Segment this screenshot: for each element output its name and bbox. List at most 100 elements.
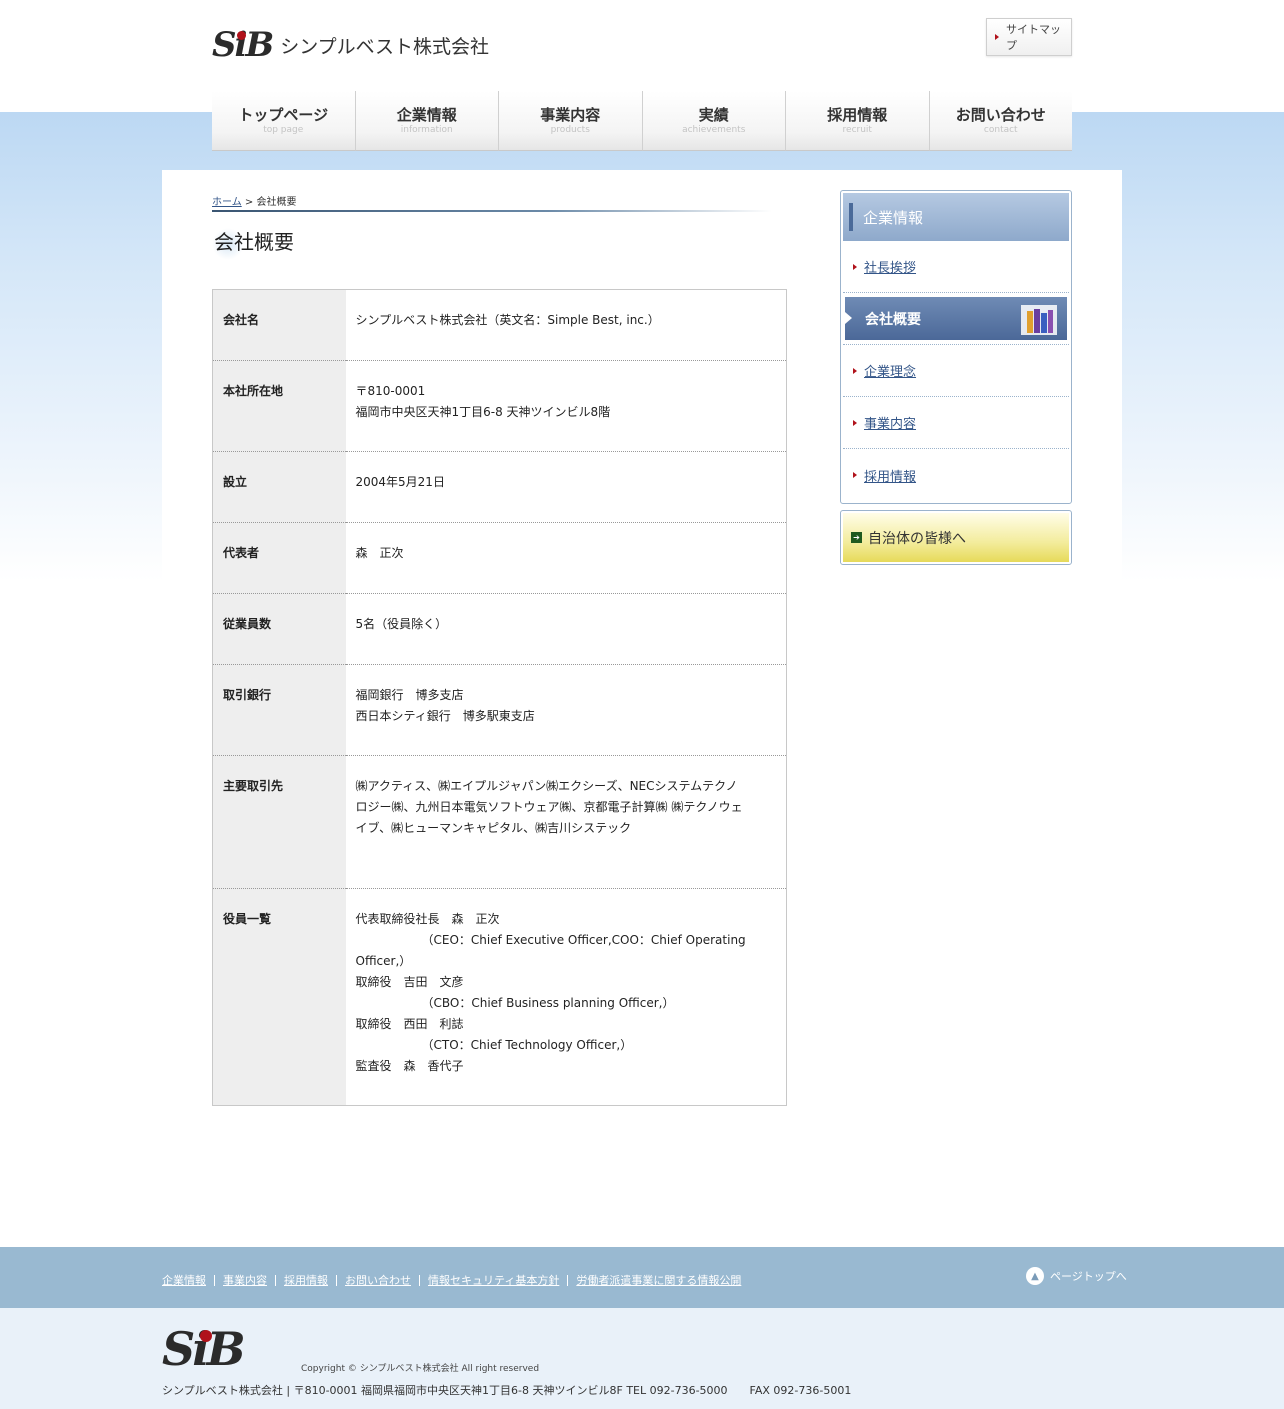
sidebar-link[interactable]: 事業内容 <box>864 413 916 432</box>
row-value: 代表取締役社長 森 正次 （CEO：Chief Executive Office… <box>355 912 746 1073</box>
sidebar-menu: 企業情報 社長挨拶 会社概要 企業理念 事業内容 採用情報 <box>840 190 1072 504</box>
table-row: 会社名 シンプルベスト株式会社（英文名：Simple Best, inc.） <box>212 289 787 361</box>
footer-separator <box>214 1274 215 1286</box>
page-top-button[interactable]: ▲ ページトップへ <box>1026 1267 1127 1285</box>
row-label: 主要取引先 <box>212 755 346 889</box>
footer-separator <box>567 1274 569 1286</box>
nav-item-achievements[interactable]: 実績 achievements <box>642 91 786 151</box>
breadcrumb-current: 会社概要 <box>256 197 297 208</box>
arrow-right-icon <box>853 263 857 270</box>
row-label: 従業員数 <box>212 593 346 665</box>
row-label: 本社所在地 <box>212 360 346 452</box>
municipal-banner[interactable]: ➔ 自治体の皆様へ <box>840 510 1072 565</box>
nav-item-top[interactable]: トップページ top page <box>212 91 356 151</box>
nav-label: 事業内容 <box>540 105 601 124</box>
sidebar-link[interactable]: 企業理念 <box>864 361 916 380</box>
table-row: 代表者 森 正次 <box>212 522 787 594</box>
sidebar-heading: 企業情報 <box>843 193 1069 241</box>
row-label: 役員一覧 <box>212 888 346 1106</box>
row-label: 取引銀行 <box>212 664 346 756</box>
nav-label: 実績 <box>698 105 729 124</box>
footer-separator <box>275 1274 276 1286</box>
nav-sublabel: products <box>550 124 590 135</box>
arrow-right-icon <box>853 472 857 478</box>
nav-item-recruit[interactable]: 採用情報 recruit <box>786 91 930 151</box>
footer-link-information[interactable]: 企業情報 <box>162 1272 206 1288</box>
nav-item-contact[interactable]: お問い合わせ contact <box>929 91 1072 151</box>
global-nav: トップページ top page 企業情報 information 事業内容 pr… <box>212 91 1072 151</box>
breadcrumb-divider <box>212 210 772 212</box>
nav-item-information[interactable]: 企業情報 information <box>355 91 499 151</box>
breadcrumb-home-link[interactable]: ホーム <box>212 197 242 208</box>
nav-label: お問い合わせ <box>955 105 1046 124</box>
logo-mark: SiB <box>212 25 274 65</box>
arrow-right-icon <box>853 367 857 374</box>
nav-sublabel: recruit <box>842 124 872 135</box>
row-value: ㈱アクティス、㈱エイプルジャパン㈱エクシーズ、NECシステムテクノロジー㈱、九州… <box>345 755 787 889</box>
site-logo[interactable]: SiB シンプルベスト株式会社 <box>212 28 489 62</box>
table-row: 本社所在地 〒810-0001 福岡市中央区天神1丁目6-8 天神ツインビル8階 <box>212 360 787 452</box>
breadcrumb-separator: > <box>241 197 257 208</box>
nav-sublabel: contact <box>983 124 1018 135</box>
row-value: シンプルベスト株式会社（英文名：Simple Best, inc.） <box>345 289 787 361</box>
sidebar-active-label: 会社概要 <box>865 311 921 328</box>
site-footer: SiB Copyright © シンプルベスト株式会社 All right re… <box>0 1308 1284 1409</box>
table-row: 設立 2004年5月21日 <box>212 451 787 523</box>
company-info-table: 会社名 シンプルベスト株式会社（英文名：Simple Best, inc.） 本… <box>212 289 787 1106</box>
sidebar-item-greeting[interactable]: 社長挨拶 <box>843 241 1069 293</box>
sidebar-link[interactable]: 採用情報 <box>864 466 916 485</box>
row-value: 2004年5月21日 <box>345 451 787 523</box>
nav-label: トップページ <box>238 105 329 124</box>
footer-link-dispatch-info[interactable]: 労働者派遣事業に関する情報公開 <box>576 1272 741 1288</box>
sidebar-item-recruit[interactable]: 採用情報 <box>843 449 1069 501</box>
main-content: ホーム > 会社概要 会社概要 会社名 シンプルベスト株式会社（英文名：Simp… <box>162 170 1122 1247</box>
sidebar-item-overview[interactable]: 会社概要 <box>843 293 1069 345</box>
municipal-banner-inner: ➔ 自治体の皆様へ <box>843 513 1069 562</box>
footer-address: シンプルベスト株式会社 | 〒810-0001 福岡県福岡市中央区天神1丁目6-… <box>162 1384 852 1397</box>
sidebar-item-business[interactable]: 事業内容 <box>843 397 1069 449</box>
sitemap-button[interactable]: サイトマップ <box>986 18 1072 56</box>
footer-separator <box>336 1274 337 1286</box>
footer-link-recruit[interactable]: 採用情報 <box>284 1272 328 1288</box>
row-value: 福岡銀行 博多支店 西日本シティ銀行 博多駅東支店 <box>345 664 787 756</box>
books-icon <box>1021 305 1057 335</box>
page-title: 会社概要 <box>214 230 294 254</box>
arrow-box-icon: ➔ <box>851 532 862 543</box>
page-top-label: ページトップへ <box>1050 1270 1127 1283</box>
sidebar-item-philosophy[interactable]: 企業理念 <box>843 345 1069 397</box>
nav-sublabel: top page <box>263 124 304 135</box>
nav-label: 企業情報 <box>396 105 457 124</box>
row-label: 会社名 <box>212 289 346 361</box>
footer-link-business[interactable]: 事業内容 <box>223 1272 267 1288</box>
sitemap-label: サイトマップ <box>1006 23 1061 52</box>
row-value: 森 正次 <box>345 522 787 594</box>
row-label: 代表者 <box>212 522 346 594</box>
nav-sublabel: information <box>400 124 453 135</box>
table-row: 従業員数 5名（役員除く） <box>212 593 787 665</box>
logo-company-name: シンプルベスト株式会社 <box>280 36 490 58</box>
nav-item-products[interactable]: 事業内容 products <box>499 91 643 151</box>
nav-sublabel: achievements <box>682 124 746 135</box>
table-row: 役員一覧 代表取締役社長 森 正次 （CEO：Chief Executive O… <box>212 888 787 1106</box>
row-value: 〒810-0001 福岡市中央区天神1丁目6-8 天神ツインビル8階 <box>345 360 787 452</box>
municipal-banner-label: 自治体の皆様へ <box>868 530 966 547</box>
footer-links: 企業情報 事業内容 採用情報 お問い合わせ 情報セキュリティ基本方針 労働者派遣… <box>162 1272 741 1288</box>
copyright: Copyright © シンプルベスト株式会社 All right reserv… <box>301 1364 540 1374</box>
chevron-up-icon: ▲ <box>1026 1267 1044 1285</box>
row-value: 5名（役員除く） <box>345 593 787 665</box>
row-label: 設立 <box>212 451 346 523</box>
footer-separator <box>419 1274 420 1286</box>
arrow-right-icon <box>995 34 999 40</box>
nav-label: 採用情報 <box>827 105 888 124</box>
footer-link-contact[interactable]: お問い合わせ <box>345 1272 411 1288</box>
sidebar-link[interactable]: 社長挨拶 <box>864 257 916 276</box>
footer-logo: SiB <box>162 1326 246 1372</box>
table-row: 取引銀行 福岡銀行 博多支店 西日本シティ銀行 博多駅東支店 <box>212 664 787 756</box>
footer-nav: 企業情報 事業内容 採用情報 お問い合わせ 情報セキュリティ基本方針 労働者派遣… <box>0 1247 1284 1308</box>
arrow-right-icon <box>853 419 857 426</box>
breadcrumb: ホーム > 会社概要 <box>212 193 296 208</box>
table-row: 主要取引先 ㈱アクティス、㈱エイプルジャパン㈱エクシーズ、NECシステムテクノロ… <box>212 755 787 889</box>
footer-link-security-policy[interactable]: 情報セキュリティ基本方針 <box>428 1272 559 1288</box>
sidebar: 企業情報 社長挨拶 会社概要 企業理念 事業内容 採用情報 ➔ 自治体の皆様へ <box>840 190 1072 565</box>
sidebar-active-item[interactable]: 会社概要 <box>845 297 1067 340</box>
